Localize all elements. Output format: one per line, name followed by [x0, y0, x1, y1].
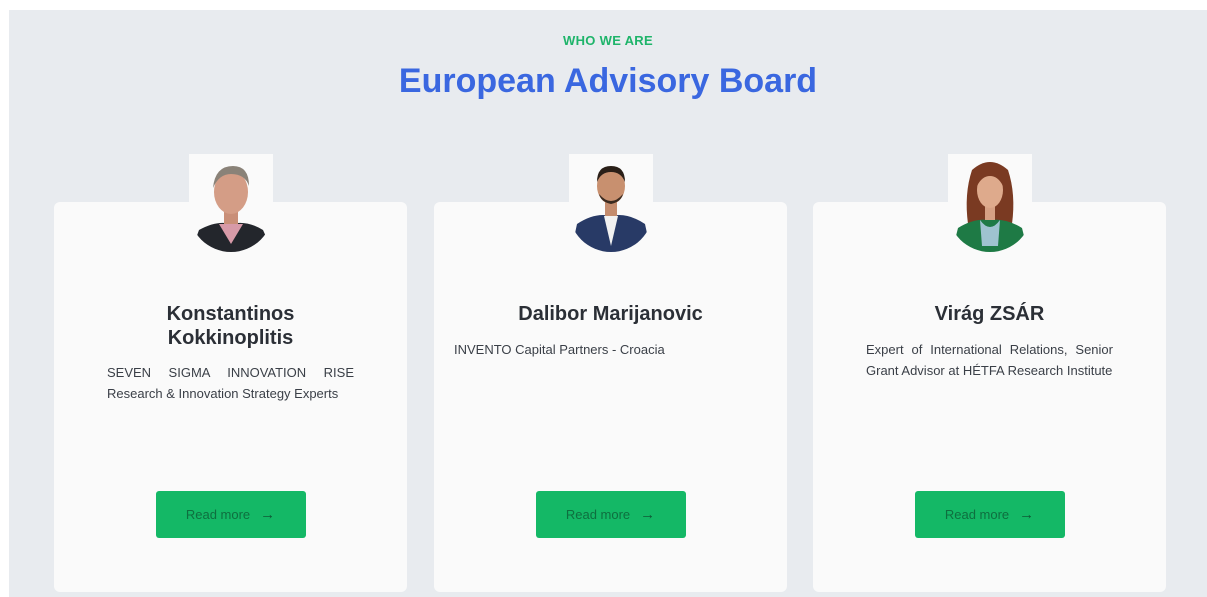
avatar [947, 154, 1032, 252]
arrow-right-icon: → [1019, 506, 1035, 523]
section-title: European Advisory Board [398, 62, 818, 100]
member-description: SEVEN SIGMA INNOVATION RISE Research & I… [107, 365, 354, 401]
read-more-button[interactable]: Read more → [535, 491, 686, 538]
member-description: Expert of International Relations, Senio… [866, 342, 1113, 378]
member-card: Virág ZSÁR Expert of International Relat… [813, 154, 1166, 592]
member-card: Dalibor Marijanovic INVENTO Capital Part… [434, 154, 787, 592]
read-more-label: Read more [944, 507, 1010, 522]
read-more-label: Read more [565, 507, 631, 522]
arrow-right-icon: → [640, 506, 656, 523]
member-name: Konstantinos Kokkinoplitis [166, 303, 295, 349]
arrow-right-icon: → [260, 506, 276, 523]
avatar [568, 154, 653, 252]
read-more-button[interactable]: Read more → [155, 491, 306, 538]
read-more-button[interactable]: Read more → [914, 491, 1065, 538]
avatar [188, 154, 273, 252]
read-more-label: Read more [185, 507, 251, 522]
section-eyebrow: WHO WE ARE [563, 33, 653, 48]
member-description: INVENTO Capital Partners - Croacia [454, 342, 665, 357]
advisory-board-section: WHO WE ARE European Advisory Board Konst… [9, 10, 1207, 597]
member-name: Dalibor Marijanovic [518, 303, 703, 325]
member-name: Virág ZSÁR [934, 303, 1045, 325]
member-card: Konstantinos Kokkinoplitis SEVEN SIGMA I… [54, 154, 407, 592]
